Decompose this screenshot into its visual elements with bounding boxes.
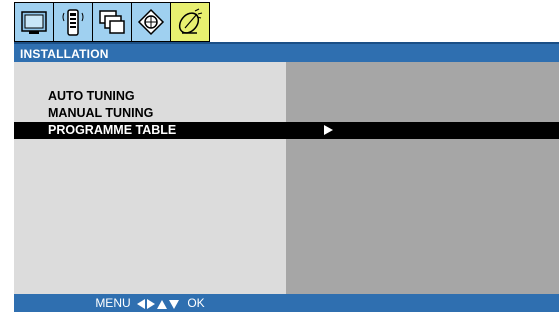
menu-item-label: MANUAL TUNING [48,106,154,120]
windows-icon[interactable] [92,2,132,42]
menu-icon-bar [14,2,210,42]
navigation-arrows-icon [137,298,179,309]
footer-bar-right [286,294,559,312]
menu-item-auto-tuning[interactable]: AUTO TUNING [14,88,559,105]
footer-bar: MENU OK [14,294,286,312]
footer-nav-hint: MENU OK [14,296,286,310]
menu-item-manual-tuning[interactable]: MANUAL TUNING [14,105,559,122]
globe-icon[interactable] [131,2,171,42]
menu-item-label: PROGRAMME TABLE [48,123,177,137]
ok-key-label: OK [187,296,205,310]
menu-item-label: AUTO TUNING [48,89,135,103]
menu-title: INSTALLATION [20,47,109,61]
menu-header: INSTALLATION [14,42,286,62]
submenu-header [286,42,559,62]
screen-icon[interactable] [14,2,54,42]
installation-menu: INSTALLATION AUTO TUNING MANUAL TUNING P… [14,42,559,312]
menu-key-label: MENU [95,296,131,310]
satellite-dish-icon[interactable] [170,2,210,42]
submenu-arrow-icon [324,125,333,135]
menu-item-programme-table[interactable]: PROGRAMME TABLE [14,122,559,139]
remote-icon[interactable] [53,2,93,42]
